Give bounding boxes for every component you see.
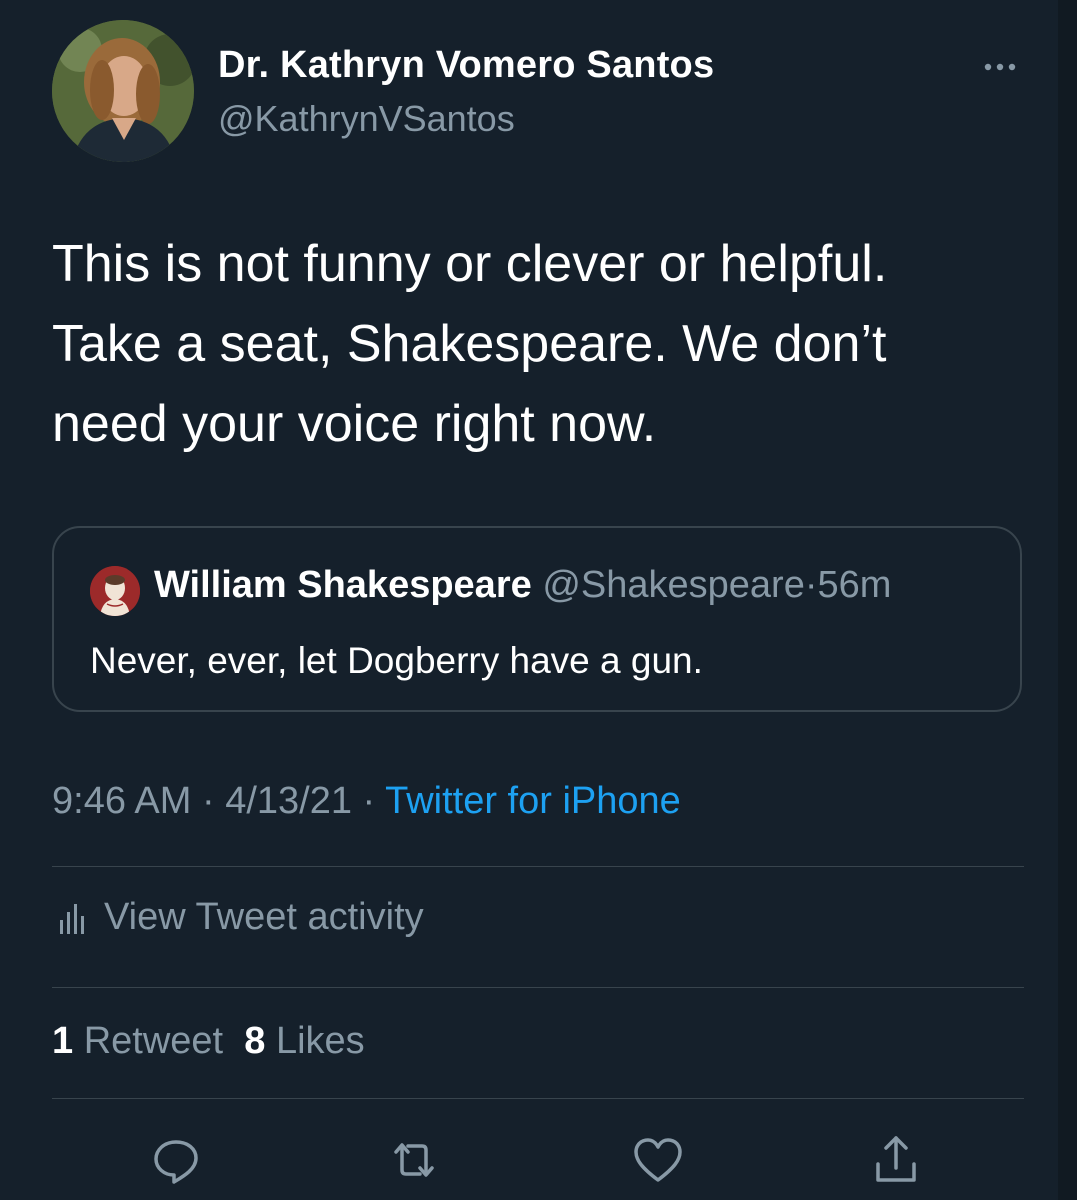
divider [52, 866, 1024, 867]
meta-separator: · [352, 780, 386, 822]
tweet-time: 9:46 AM [52, 780, 192, 822]
author-handle[interactable]: @KathrynVSantos [218, 98, 515, 140]
retweets-stat[interactable]: 1 Retweet [52, 1020, 223, 1062]
retweet-label: Retweet [83, 1020, 224, 1062]
tweet-text-line: Take a seat, Shakespeare. We don’t [52, 315, 887, 373]
divider [52, 987, 1024, 988]
share-icon[interactable] [866, 1130, 926, 1190]
quoted-author-name[interactable]: William Shakespeare [154, 564, 532, 606]
tweet-date: 4/13/21 [225, 780, 352, 822]
right-edge-strip [1058, 0, 1077, 1200]
reply-icon[interactable] [146, 1130, 206, 1190]
heart-icon[interactable] [628, 1130, 688, 1190]
retweet-count: 1 [52, 1020, 74, 1062]
tweet-text-line: This is not funny or clever or helpful. [52, 235, 888, 293]
likes-stat[interactable]: 8 Likes [244, 1020, 364, 1062]
view-tweet-activity-link[interactable]: View Tweet activity [52, 896, 424, 939]
divider [52, 1098, 1024, 1099]
tweet-text-line: need your voice right now. [52, 395, 657, 453]
quoted-tweet-age: 56m [817, 564, 892, 606]
quoted-author-handle[interactable]: @Shakespeare [542, 564, 805, 606]
like-label: Likes [275, 1020, 365, 1062]
like-count: 8 [244, 1020, 266, 1062]
quoted-author-avatar [90, 566, 140, 616]
author-display-name[interactable]: Dr. Kathryn Vomero Santos [218, 44, 714, 87]
retweet-icon[interactable] [384, 1130, 444, 1190]
avatar-photo [52, 20, 194, 162]
meta-separator: · [804, 564, 818, 606]
meta-separator: · [191, 780, 226, 822]
activity-label: View Tweet activity [104, 896, 424, 938]
quoted-tweet-text: Never, ever, let Dogberry have a gun. [90, 640, 703, 681]
quoted-tweet-header: William Shakespeare @Shakespeare·56m [154, 564, 891, 607]
author-avatar[interactable] [52, 20, 194, 162]
bar-chart-icon [60, 903, 84, 934]
tweet-text: This is not funny or clever or helpful. … [52, 224, 1042, 464]
more-icon[interactable] [980, 52, 1020, 82]
shakespeare-portrait-icon [90, 566, 140, 616]
tweet-source-link[interactable]: Twitter for iPhone [385, 780, 681, 822]
quoted-tweet-card[interactable]: William Shakespeare @Shakespeare·56m Nev… [52, 526, 1022, 712]
tweet-meta: 9:46 AM · 4/13/21 · Twitter for iPhone [52, 780, 681, 823]
tweet-stats: 1 Retweet 8 Likes [52, 1020, 365, 1063]
